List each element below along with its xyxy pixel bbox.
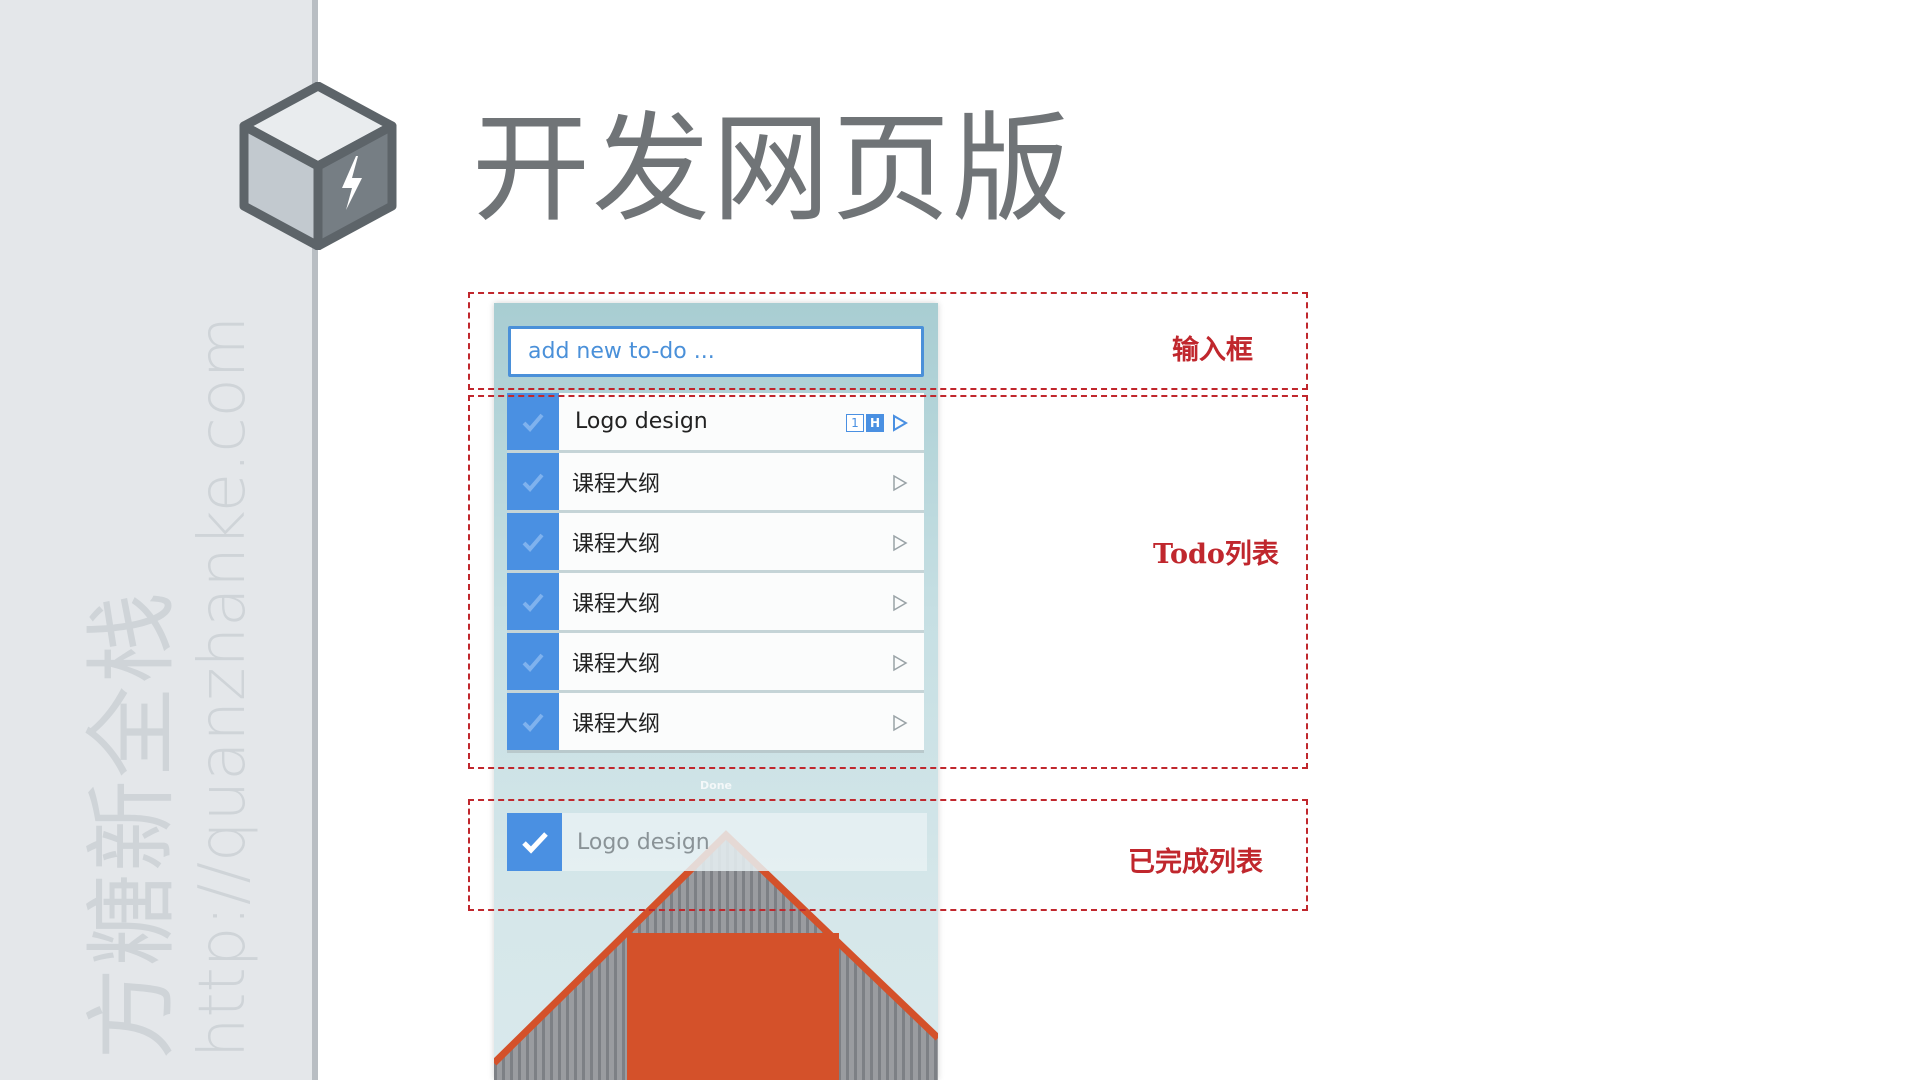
- page-title: 开发网页版: [472, 100, 1073, 238]
- brand-url: http://quanzhanke.com: [186, 315, 260, 1058]
- cube-logo-icon: [239, 82, 397, 250]
- todo-list-annotation-frame: [468, 395, 1308, 769]
- done-section-label: Done: [700, 779, 732, 792]
- slide: 方糖新全栈 http://quanzhanke.com 开发网页版 add ne…: [0, 0, 1920, 1080]
- brand-name: 方糖新全栈: [79, 589, 186, 1060]
- todo-list-annotation-label: Todo列表: [1153, 539, 1279, 570]
- input-annotation-label: 输入框: [1172, 335, 1253, 366]
- done-list-annotation-label: 已完成列表: [1128, 847, 1263, 878]
